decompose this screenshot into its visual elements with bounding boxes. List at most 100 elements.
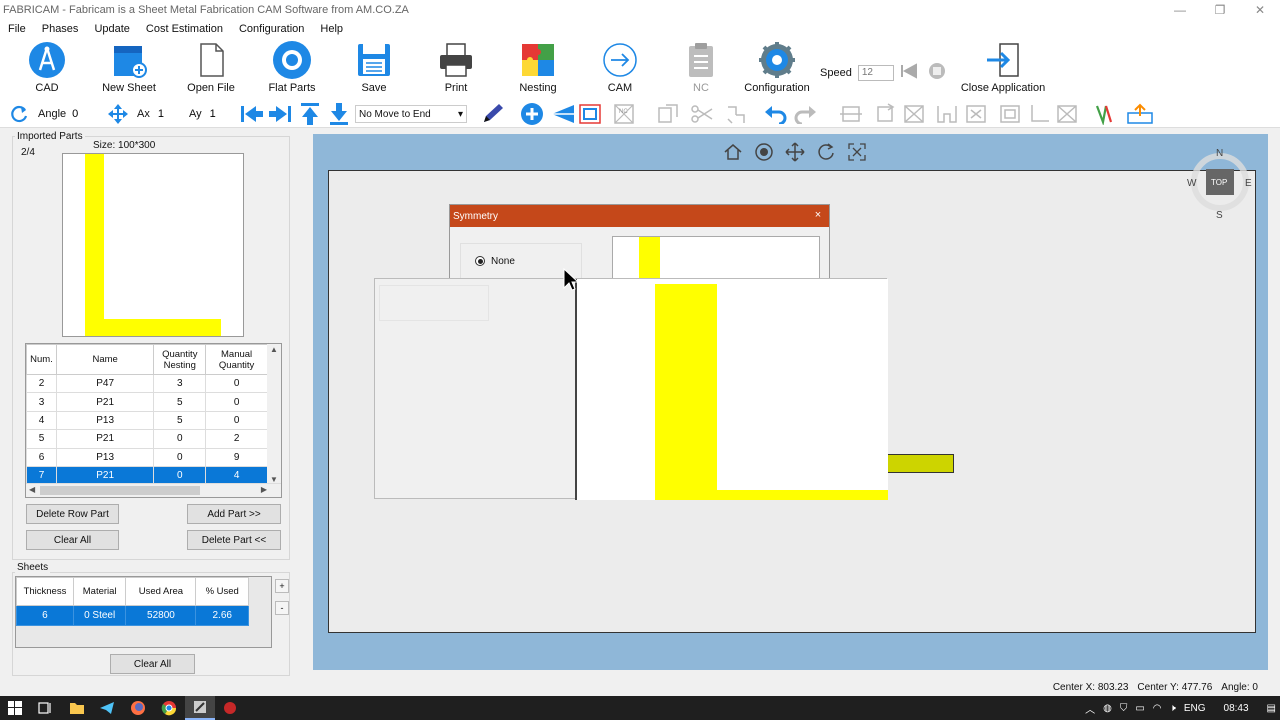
- mirror-icon[interactable]: [550, 103, 576, 125]
- join-icon[interactable]: [935, 103, 959, 125]
- rotate-icon[interactable]: [10, 103, 30, 125]
- table-row[interactable]: 5 P21 0 2: [26, 429, 268, 449]
- chrome-icon[interactable]: [154, 696, 184, 720]
- menu-help[interactable]: Help: [320, 23, 343, 35]
- tray-wifi-icon[interactable]: ◠: [1153, 703, 1162, 714]
- remove-all-icon[interactable]: [1055, 103, 1079, 125]
- file-explorer-icon[interactable]: [62, 696, 92, 720]
- tray-time[interactable]: 08:43: [1224, 703, 1249, 714]
- col-used-area[interactable]: Used Area: [125, 577, 197, 606]
- save-button[interactable]: Save: [339, 40, 409, 98]
- scroll-right-icon[interactable]: ▶: [261, 485, 267, 494]
- arrow-top-icon[interactable]: [299, 103, 321, 125]
- task-view-icon[interactable]: [30, 696, 60, 720]
- view-cube-top[interactable]: TOP: [1211, 178, 1227, 187]
- close-window-button[interactable]: ✕: [1240, 0, 1280, 20]
- menu-configuration[interactable]: Configuration: [239, 23, 304, 35]
- tray-network-icon[interactable]: ◍: [1103, 703, 1112, 714]
- skip-back-icon[interactable]: [900, 63, 918, 82]
- firefox-icon[interactable]: [123, 696, 153, 720]
- col-name[interactable]: Name: [55, 344, 155, 375]
- configuration-button[interactable]: Configuration: [742, 40, 812, 98]
- vertical-scrollbar[interactable]: ▲ ▼: [267, 344, 281, 484]
- menu-update[interactable]: Update: [94, 23, 129, 35]
- col-thickness[interactable]: Thickness: [16, 577, 74, 606]
- export-icon[interactable]: [1126, 103, 1154, 125]
- pencil-icon[interactable]: [481, 103, 505, 125]
- notification-icon[interactable]: ▤: [1267, 703, 1276, 714]
- horizontal-scrollbar[interactable]: ◀ ▶: [26, 483, 281, 497]
- menu-file[interactable]: File: [8, 23, 26, 35]
- horizontal-scroll-thumb[interactable]: [40, 486, 200, 495]
- windows-start-icon[interactable]: [0, 696, 30, 720]
- col-percent-used[interactable]: % Used: [195, 577, 249, 606]
- dialog-close-button[interactable]: ×: [811, 208, 825, 222]
- tray-volume-icon[interactable]: 🕨: [1170, 703, 1176, 714]
- delete-shape-icon[interactable]: [902, 103, 926, 125]
- scroll-up-icon[interactable]: ▲: [267, 345, 281, 354]
- cam-button[interactable]: CAM: [585, 40, 655, 98]
- redo-icon[interactable]: [793, 103, 817, 125]
- table-row[interactable]: 2 P47 3 0: [26, 373, 268, 394]
- delete-part-button[interactable]: Delete Part <<: [187, 530, 281, 550]
- clear-all-parts-button[interactable]: Clear All: [26, 530, 119, 550]
- stop-icon[interactable]: [928, 62, 946, 83]
- undo-icon[interactable]: [764, 103, 788, 125]
- home-icon[interactable]: [717, 140, 748, 164]
- red-app-icon[interactable]: [215, 696, 245, 720]
- scroll-left-icon[interactable]: ◀: [29, 485, 35, 494]
- tray-language[interactable]: ENG: [1184, 703, 1206, 714]
- table-row[interactable]: 3 P21 5 0: [26, 392, 268, 412]
- table-row[interactable]: 4 P13 5 0: [26, 410, 268, 431]
- flat-parts-button[interactable]: Flat Parts: [257, 40, 327, 98]
- open-file-button[interactable]: Open File: [176, 40, 246, 98]
- col-quantity-nesting[interactable]: Quantity Nesting: [153, 344, 207, 375]
- nc-button[interactable]: NC: [666, 40, 736, 98]
- new-sheet-button[interactable]: New Sheet: [94, 40, 164, 98]
- arrow-last-icon[interactable]: [268, 103, 292, 125]
- nc-small-icon[interactable]: NC: [612, 103, 636, 125]
- menu-cost-estimation[interactable]: Cost Estimation: [146, 23, 223, 35]
- col-num[interactable]: Num.: [26, 344, 57, 375]
- move-mode-select[interactable]: No Move to End ▾: [355, 105, 467, 123]
- remove-sheet-button[interactable]: -: [275, 601, 289, 615]
- scissors-icon[interactable]: [690, 103, 714, 125]
- add-circle-icon[interactable]: [520, 103, 544, 125]
- add-part-button[interactable]: Add Part >>: [187, 504, 281, 524]
- split-icon[interactable]: [964, 103, 988, 125]
- maximize-button[interactable]: ❐: [1200, 0, 1240, 20]
- ax-input[interactable]: [157, 108, 178, 120]
- menu-phases[interactable]: Phases: [42, 23, 79, 35]
- move-icon[interactable]: [107, 103, 129, 125]
- col-material[interactable]: Material: [72, 577, 127, 606]
- angle-input[interactable]: [72, 108, 93, 120]
- sheet-row[interactable]: 6 0 Steel 52800 2.66: [16, 605, 249, 626]
- orbit-icon[interactable]: [748, 140, 779, 164]
- arrow-first-icon[interactable]: [240, 103, 264, 125]
- speed-input[interactable]: 12: [857, 64, 894, 81]
- rotate-part-icon[interactable]: [874, 103, 898, 125]
- print-button[interactable]: Print: [421, 40, 491, 98]
- cad-button[interactable]: CAD: [12, 40, 82, 98]
- clear-all-sheets-button[interactable]: Clear All: [110, 654, 195, 674]
- view-cube[interactable]: N S W E TOP: [1187, 148, 1252, 221]
- col-manual-quantity[interactable]: Manual Quantity: [205, 344, 268, 375]
- telegram-icon[interactable]: [92, 696, 122, 720]
- trim-icon[interactable]: [656, 103, 680, 125]
- pan-icon[interactable]: [779, 140, 810, 164]
- nested-part-bar[interactable]: [886, 454, 954, 473]
- close-application-button[interactable]: Close Application: [961, 40, 1045, 98]
- minimize-button[interactable]: —: [1160, 0, 1200, 20]
- corner-icon[interactable]: [1027, 103, 1051, 125]
- offset-icon[interactable]: [998, 103, 1022, 125]
- explode-icon[interactable]: [724, 103, 748, 125]
- fit-view-icon[interactable]: [841, 140, 872, 164]
- tray-battery-icon[interactable]: ▭: [1135, 703, 1144, 714]
- align-icon[interactable]: [839, 103, 863, 125]
- tray-security-icon[interactable]: ⛉: [1120, 703, 1128, 714]
- array-icon[interactable]: [578, 103, 602, 125]
- nesting-button[interactable]: Nesting: [503, 40, 573, 98]
- delete-row-part-button[interactable]: Delete Row Part: [26, 504, 119, 524]
- table-row[interactable]: 6 P13 0 9: [26, 447, 268, 467]
- rotate-view-icon[interactable]: [810, 140, 841, 164]
